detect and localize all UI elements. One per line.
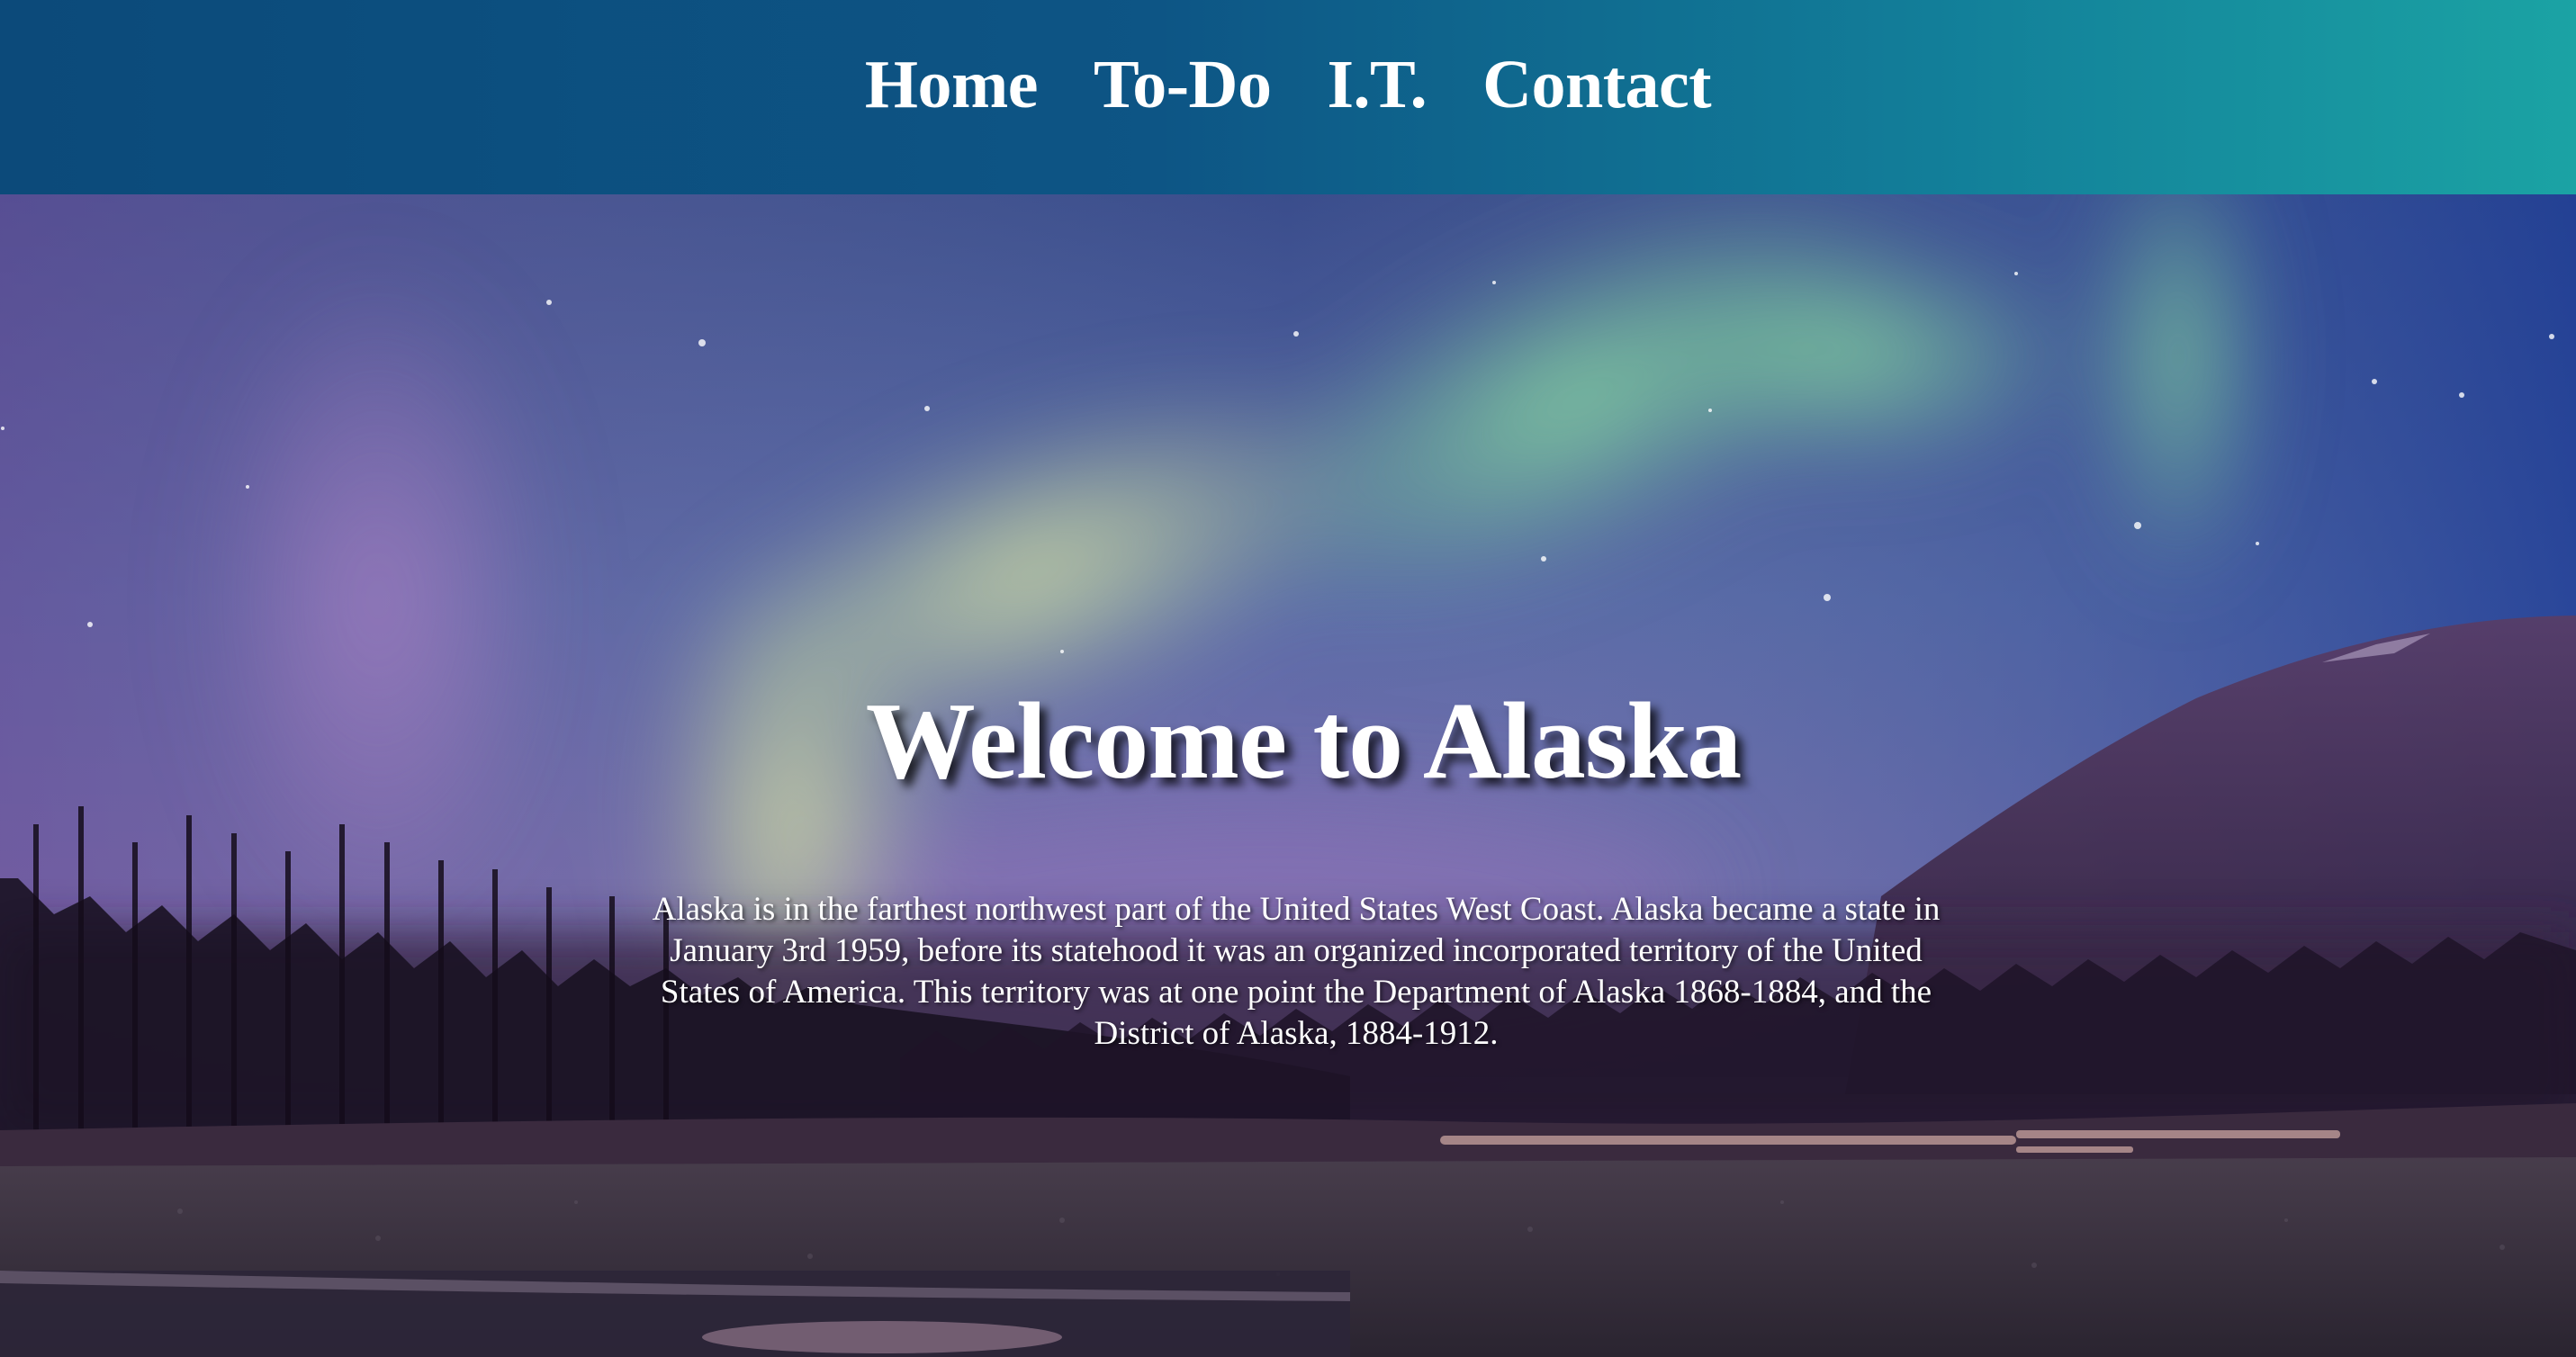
hero-title: Welcome to Alaska (865, 680, 1742, 802)
hero-content: Welcome to Alaska Alaska is in the farth… (0, 194, 2576, 1357)
nav-list: Home To-Do I.T. Contact (865, 46, 1712, 124)
nav-link-contact[interactable]: Contact (1482, 47, 1712, 122)
top-navigation-bar: Home To-Do I.T. Contact (0, 0, 2576, 194)
nav-link-it[interactable]: I.T. (1327, 47, 1427, 122)
nav-item-todo: To-Do (1094, 46, 1272, 124)
nav-item-it: I.T. (1327, 46, 1427, 124)
nav-item-contact: Contact (1482, 46, 1712, 124)
hero-section: Welcome to Alaska Alaska is in the farth… (0, 194, 2576, 1357)
nav-link-todo[interactable]: To-Do (1094, 47, 1272, 122)
hero-description: Alaska is in the farthest northwest part… (652, 891, 1941, 1052)
nav-link-home[interactable]: Home (865, 47, 1039, 122)
nav-item-home: Home (865, 46, 1039, 124)
page: Home To-Do I.T. Contact Welcome to Alask… (0, 0, 2576, 1357)
